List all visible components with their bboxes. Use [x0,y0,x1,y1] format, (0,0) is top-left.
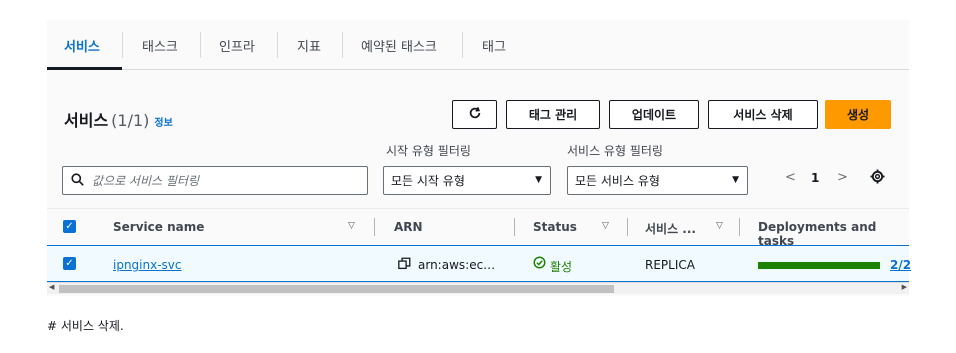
tab-tasks[interactable]: 태스크 [142,36,178,55]
column-divider[interactable] [739,218,740,236]
scroll-right-icon[interactable]: ▶ [902,283,907,291]
sort-icon[interactable]: ▽ [716,221,723,231]
scroll-left-icon[interactable]: ◀ [49,283,54,291]
services-panel: 서비스 (1/1) 정보 태그 관리 업데이트 서비스 삭제 생성 시작 유형 필터… [47,70,911,296]
tab-divider [122,32,123,58]
column-arn[interactable]: ARN [394,220,423,234]
delete-service-button[interactable]: 서비스 삭제 [708,100,818,129]
launch-type-value: 모든 시작 유형 [391,174,465,188]
refresh-button[interactable] [452,100,497,129]
service-type-value: REPLICA [645,258,695,272]
status-active-icon [533,256,546,272]
table-header: ✓ Service name ▽ ARN Status ▽ 서비스 ... ▽ … [47,208,909,248]
service-type-value: 모든 서비스 유형 [575,174,660,188]
tasks-link[interactable]: 2/2 [890,258,911,272]
copy-icon[interactable] [398,257,411,273]
arn-value: arn:aws:ec… [418,258,496,272]
refresh-icon [468,106,482,123]
sort-icon[interactable]: ▽ [348,221,355,231]
manage-tags-button[interactable]: 태그 관리 [506,100,600,129]
launch-type-select[interactable]: 모든 시작 유형 ▼ [383,166,551,195]
tab-services[interactable]: 서비스 [64,36,100,55]
search-icon [71,172,84,189]
sort-icon[interactable]: ▽ [602,221,609,231]
next-page-icon[interactable]: > [837,170,848,185]
column-service-name[interactable]: Service name [113,220,204,234]
column-deployments-and-tasks[interactable]: Deployments and tasks [758,220,909,248]
service-count: (1/1) [111,111,150,130]
deployment-progress-bar [758,262,880,269]
search-placeholder: 값으로 서비스 필터링 [92,174,199,188]
previous-page-icon[interactable]: < [785,170,796,185]
status-text: 활성 [550,260,573,274]
tab-divider [200,32,201,58]
current-page[interactable]: 1 [811,171,819,185]
settings-gear-icon[interactable] [870,169,885,188]
update-button[interactable]: 업데이트 [609,100,699,129]
column-divider[interactable] [374,218,375,236]
column-status[interactable]: Status [533,220,577,234]
tab-infrastructure[interactable]: 인프라 [219,36,255,55]
launch-type-filter-label: 시작 유형 필터링 [386,144,471,158]
service-tabs: 서비스 태스크 인프라 지표 예약된 태스크 태그 [47,20,909,70]
service-type-filter-label: 서비스 유형 필터링 [567,144,663,158]
service-filter-search[interactable]: 값으로 서비스 필터링 [62,166,368,195]
column-divider[interactable] [514,218,515,236]
tab-metrics[interactable]: 지표 [297,36,321,55]
create-button[interactable]: 생성 [825,100,891,129]
select-all-checkbox[interactable]: ✓ [63,220,76,233]
scrollbar-thumb[interactable] [59,285,614,293]
tab-scheduled-tasks[interactable]: 예약된 태스크 [361,36,437,55]
panel-title-text: 서비스 [64,111,109,130]
table-row[interactable]: ✓ ipnginx-svc arn:aws:ec… 활성 REPLICA 2/2 [47,245,911,282]
column-service-type[interactable]: 서비스 ... [645,220,696,237]
service-name-link[interactable]: ipnginx-svc [113,258,182,272]
caret-down-icon: ▼ [535,175,542,185]
caret-down-icon: ▼ [732,175,739,185]
panel-title: 서비스 (1/1) 정보 [64,107,173,131]
horizontal-scrollbar[interactable]: ◀ ▶ [47,282,909,294]
tab-tags[interactable]: 태그 [482,36,506,55]
service-type-select[interactable]: 모든 서비스 유형 ▼ [567,166,748,195]
row-checkbox[interactable]: ✓ [63,257,76,270]
column-divider[interactable] [627,218,628,236]
tab-divider [462,32,463,58]
tab-divider [342,32,343,58]
tab-divider [277,32,278,58]
caption-note: # 서비스 삭제. [47,319,124,333]
info-link[interactable]: 정보 [154,118,172,129]
